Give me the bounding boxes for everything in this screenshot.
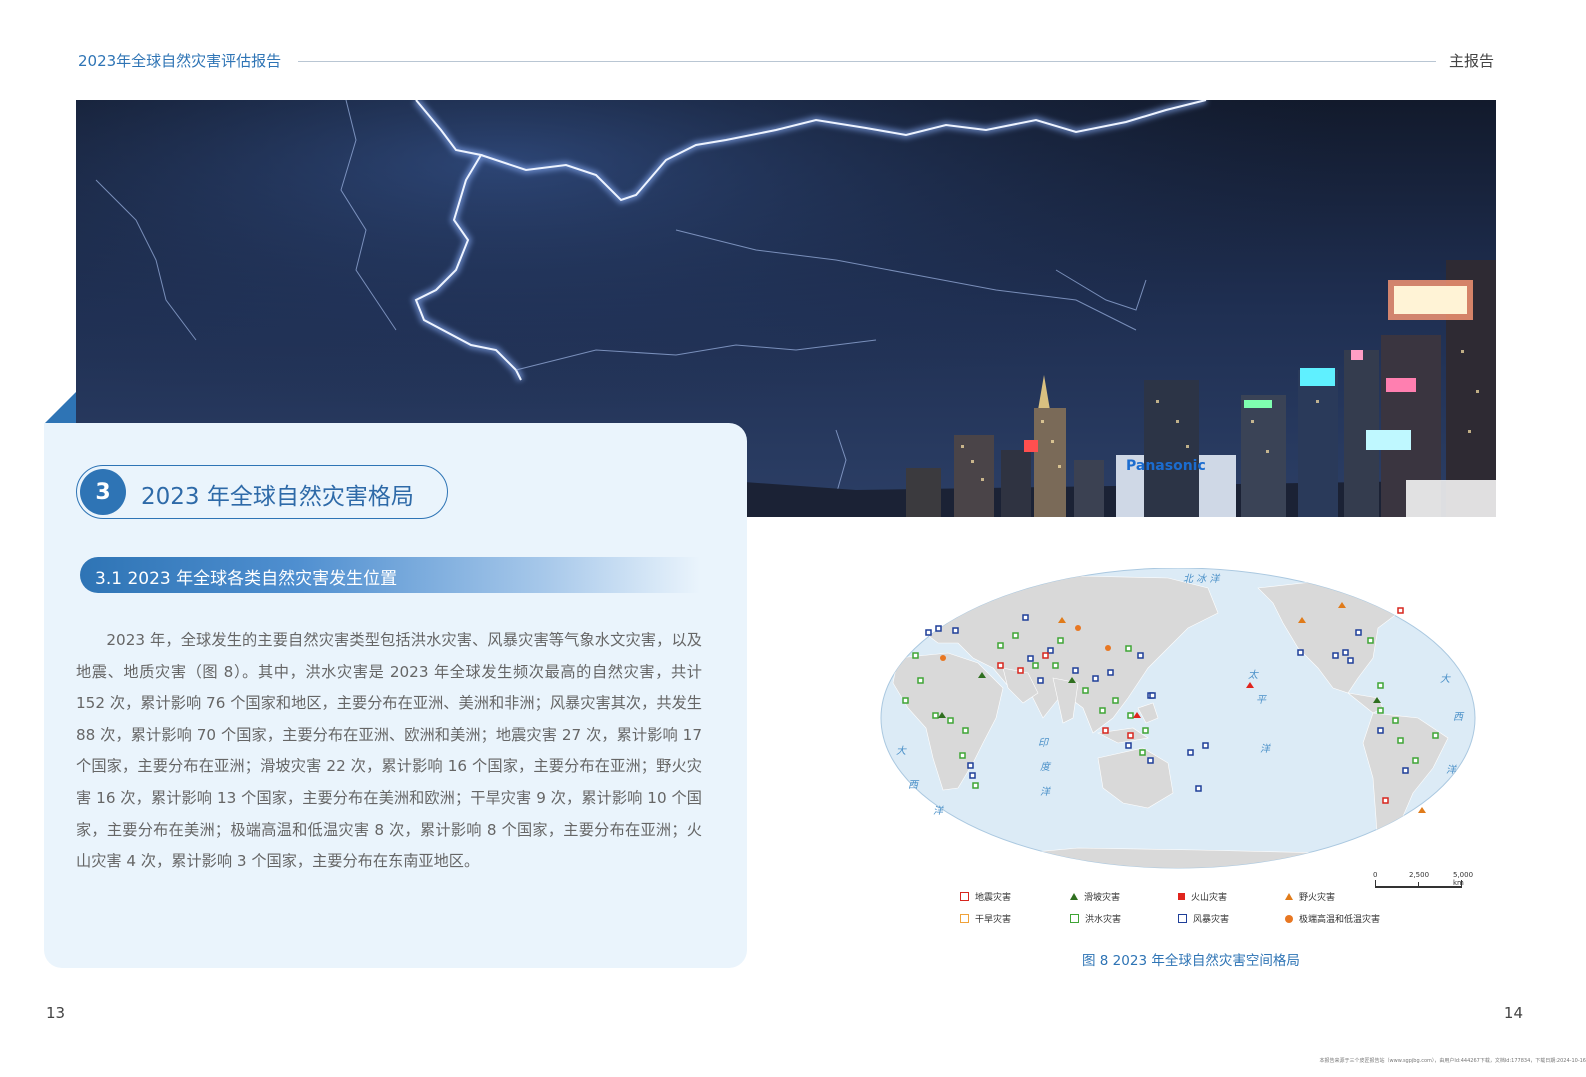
legend-item-storm: 风暴灾害 <box>1178 912 1229 925</box>
atlantic-west-label-1: 大 <box>896 745 907 757</box>
report-title: 2023年全球自然灾害评估报告 <box>78 52 282 70</box>
legend-item-temperature: 极端高温和低温灾害 <box>1285 912 1380 925</box>
temperature-icon <box>1285 914 1293 923</box>
legend-item-earthquake: 地震灾害 <box>960 890 1011 903</box>
pacific-label-2: 平 <box>1256 695 1267 706</box>
wildfire-icon <box>1285 893 1293 900</box>
atlantic-east-label-1: 大 <box>1440 673 1451 685</box>
atlantic-west-label-3: 洋 <box>933 805 944 817</box>
body-paragraph: 2023 年，全球发生的主要自然灾害类型包括洪水灾害、风暴灾害等气象水文灾害，以… <box>76 631 702 871</box>
legend-item-volcano: 火山灾害 <box>1178 890 1227 903</box>
map-legend: 地震灾害 滑坡灾害 火山灾害 野火灾害 干旱灾害 洪水灾害 风暴灾害 极端高温和… <box>960 890 1420 930</box>
landslide-icon <box>1070 893 1078 900</box>
volcano-icon <box>1178 893 1185 900</box>
download-footnote: 本报告来源于三个皮匠报告站（www.sgpjbg.com），由用户Id:4442… <box>1319 1058 1586 1064</box>
pacific-label-3: 洋 <box>1260 743 1271 755</box>
map-scale: 0 2,500 5,000 km <box>1373 871 1474 888</box>
legend-item-wildfire: 野火灾害 <box>1285 890 1335 903</box>
flood-icon <box>1070 914 1079 923</box>
world-disaster-map: 北 冰 洋 太 平 洋 印 度 洋 大 西 洋 大 西 洋 <box>878 567 1478 880</box>
atlantic-east-label-3: 洋 <box>1446 764 1457 776</box>
panel-corner-accent <box>44 392 76 424</box>
section-label: 主报告 <box>1448 52 1494 70</box>
indian-label-3: 洋 <box>1040 786 1051 798</box>
figure-caption: 图 8 2023 年全球自然灾害空间格局 <box>1082 953 1300 969</box>
legend-item-flood: 洪水灾害 <box>1070 912 1121 925</box>
section-number: 3 <box>80 469 126 515</box>
pacific-label-1: 太 <box>1248 669 1259 681</box>
page-number-left: 13 <box>46 1004 66 1022</box>
legend-item-drought: 干旱灾害 <box>960 912 1011 925</box>
header-divider <box>298 61 1436 62</box>
page-number-right: 14 <box>1503 1004 1523 1022</box>
panasonic-sign: Panasonic <box>1126 458 1206 474</box>
subsection-title: 3.1 2023 年全球各类自然灾害发生位置 <box>95 569 398 589</box>
section-title: 2023 年全球自然灾害格局 <box>141 484 414 510</box>
drought-icon <box>960 914 969 923</box>
arctic-ocean-label: 北 冰 洋 <box>1183 573 1220 585</box>
legend-item-landslide: 滑坡灾害 <box>1070 890 1120 903</box>
storm-icon <box>1178 914 1187 923</box>
earthquake-icon <box>960 892 969 901</box>
